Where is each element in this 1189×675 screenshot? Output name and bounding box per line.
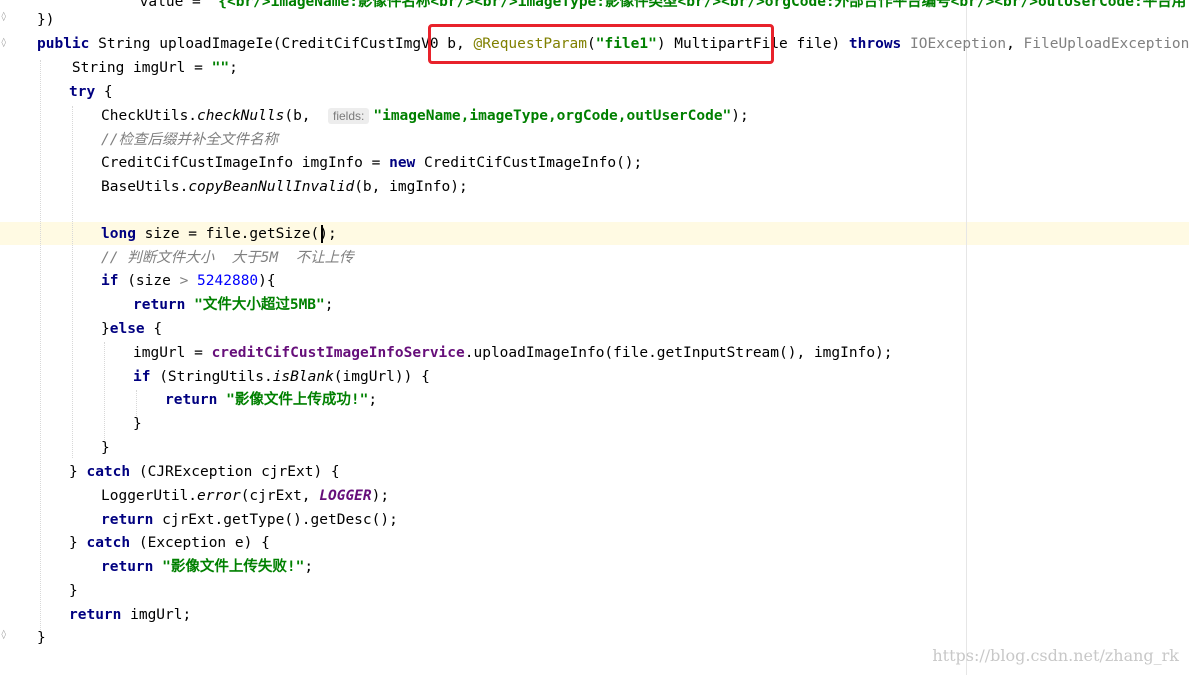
code-line: return cjrExt.getType().getDesc(); (101, 512, 398, 528)
code-line: if (StringUtils.isBlank(imgUrl)) { (133, 369, 430, 385)
editor-gutter: ◊ ◊ ◊ (0, 0, 12, 675)
watermark: https://blog.csdn.net/zhang_rk (932, 646, 1179, 665)
code-line: return "文件大小超过5MB"; (133, 297, 334, 313)
code-line: if (size > 5242880){ (101, 273, 276, 289)
code-line: CheckUtils.checkNulls(b, fields: "imageNa… (101, 108, 749, 124)
code-line: }else { (101, 321, 163, 337)
code-line: imgUrl = creditCifCustImageInfoService.u… (133, 345, 893, 361)
code-line: }) (37, 12, 55, 28)
code-comment: // 判断文件大小 大于5M 不让上传 (101, 250, 354, 266)
highlight-box (428, 24, 774, 64)
code-line: try { (69, 84, 113, 100)
code-line-current: long size = file.getSize(); (101, 226, 337, 242)
fold-marker-icon[interactable]: ◊ (1, 12, 9, 22)
indent-guide (40, 60, 42, 630)
fold-marker-icon[interactable]: ◊ (1, 38, 9, 48)
code-line: BaseUtils.copyBeanNullInvalid(b, imgInfo… (101, 179, 468, 195)
code-line: } (101, 440, 110, 456)
code-line: return imgUrl; (69, 607, 192, 623)
code-line: } (69, 583, 78, 599)
indent-guide (104, 342, 106, 440)
text-caret (321, 225, 323, 243)
code-editor[interactable]: ◊ ◊ ◊ value = "{<br/>imageName:影像件名称<br/… (0, 0, 1189, 675)
indent-guide (72, 106, 74, 458)
code-line: } (37, 630, 46, 646)
code-line: } catch (Exception e) { (69, 535, 270, 551)
code-line: return "影像文件上传失败!"; (101, 559, 314, 575)
code-line: } catch (CJRException cjrExt) { (69, 464, 340, 480)
code-line: String imgUrl = ""; (37, 60, 238, 76)
code-line: CreditCifCustImageInfo imgInfo = new Cre… (101, 155, 643, 171)
code-comment: //检查后缀并补全文件名称 (101, 132, 278, 148)
fold-marker-icon[interactable]: ◊ (1, 630, 9, 640)
code-line: } (133, 416, 142, 432)
code-line: LoggerUtil.error(cjrExt, LOGGER); (101, 488, 390, 504)
right-margin-guide (966, 0, 967, 675)
code-line: return "影像文件上传成功!"; (165, 392, 378, 408)
code-line-top-clipped: value = "{<br/>imageName:影像件名称<br/><br/>… (0, 0, 1187, 10)
parameter-hint: fields: (328, 108, 370, 124)
